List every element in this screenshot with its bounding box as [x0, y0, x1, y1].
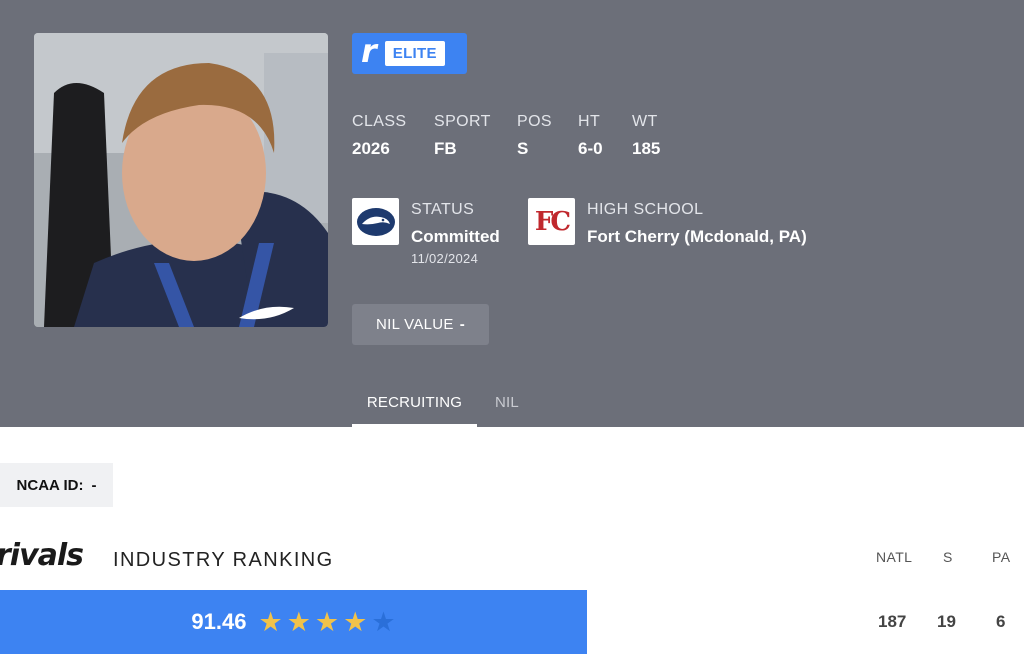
ncaa-id-value: - — [91, 476, 97, 494]
attr-label: CLASS — [352, 113, 407, 130]
nil-value-button[interactable]: NIL VALUE - — [352, 304, 489, 345]
attr-label: POS — [517, 113, 552, 130]
attr-class: CLASS 2026 — [352, 113, 406, 159]
col-state: S — [943, 549, 953, 565]
attr-pos: POS S — [517, 113, 552, 159]
rating-bar: 91.46 ★ ★ ★ ★ ★ — [0, 590, 587, 654]
player-photo — [34, 33, 328, 327]
attr-value: 185 — [632, 139, 661, 158]
high-school-block: HIGH SCHOOL Fort Cherry (Mcdonald, PA) — [587, 201, 807, 247]
rivals-wordmark: rivals — [0, 538, 84, 573]
ncaa-id-label: NCAA ID: — [16, 476, 84, 494]
tier-label: ELITE — [384, 41, 445, 66]
attr-value: S — [517, 139, 529, 158]
attr-label: HT — [578, 113, 601, 130]
high-school-label: HIGH SCHOOL — [587, 201, 704, 218]
star-rating: ★ ★ ★ ★ ★ — [258, 606, 396, 637]
col-natl: NATL — [876, 549, 913, 565]
attr-ht: HT 6-0 — [578, 113, 603, 159]
rivals-logo-icon: r — [361, 31, 377, 70]
profile-header: r ELITE CLASS 2026 SPORT FB POS S HT 6-0… — [0, 0, 1024, 427]
rank-natl: 187 — [878, 612, 907, 631]
star-icon: ★ — [343, 606, 368, 637]
ncaa-id-chip: NCAA ID: - — [0, 463, 113, 507]
star-icon: ★ — [314, 606, 340, 637]
rating-score: 91.46 — [191, 609, 247, 634]
rank-state: 19 — [937, 612, 956, 631]
col-pa: PA — [992, 549, 1011, 565]
rank-pa: 6 — [996, 612, 1006, 631]
status-label: STATUS — [411, 201, 475, 218]
ranking-title: INDUSTRY RANKING — [113, 549, 334, 571]
nil-value-label: NIL VALUE — [375, 316, 454, 333]
penn-state-logo-icon[interactable] — [352, 198, 399, 245]
elite-badge: r ELITE — [352, 33, 467, 74]
nil-value-amount: - — [459, 316, 466, 333]
star-empty-icon: ★ — [371, 606, 396, 637]
status-value: Committed — [411, 227, 500, 246]
tab-nil[interactable]: NIL — [495, 394, 519, 411]
star-icon: ★ — [258, 606, 283, 637]
attr-value: 6-0 — [578, 139, 603, 158]
fc-logo-text: FC — [534, 206, 571, 237]
fort-cherry-logo-icon[interactable]: FC — [528, 198, 575, 245]
attr-label: WT — [632, 113, 658, 130]
attr-wt: WT 185 — [632, 113, 660, 159]
attr-value: FB — [434, 139, 457, 158]
commit-date: 11/02/2024 — [411, 251, 479, 266]
attr-label: SPORT — [434, 113, 491, 130]
tab-recruiting[interactable]: RECRUITING — [352, 394, 477, 427]
attr-value: 2026 — [352, 139, 390, 158]
attr-sport: SPORT FB — [434, 113, 491, 159]
star-icon: ★ — [286, 606, 311, 637]
status-block: STATUS Committed 11/02/2024 — [411, 201, 500, 266]
high-school-value[interactable]: Fort Cherry (Mcdonald, PA) — [587, 227, 807, 247]
